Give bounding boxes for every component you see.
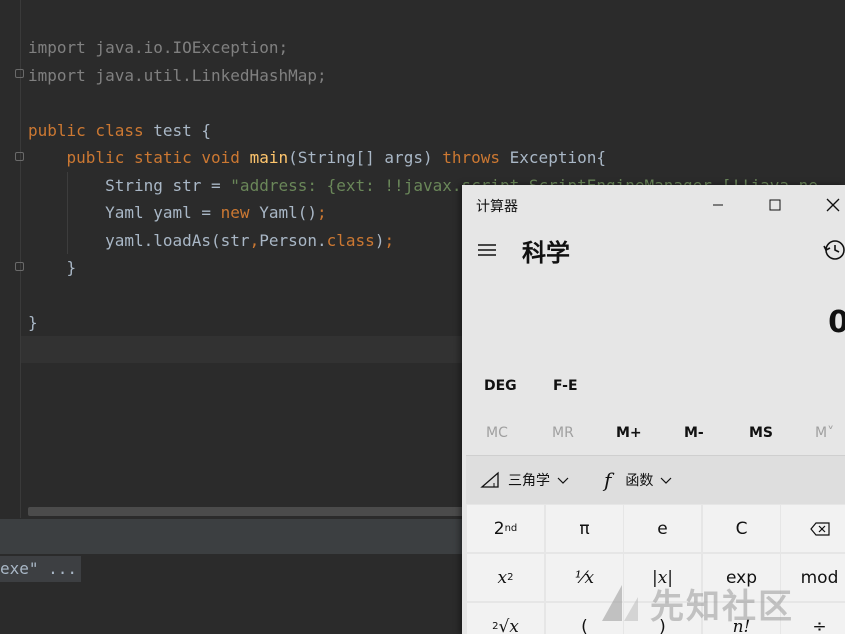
code-token: ; [384, 230, 395, 250]
square-key[interactable]: x2 [467, 554, 544, 601]
euler-key[interactable]: e [624, 505, 701, 552]
code-token: } [28, 258, 77, 277]
code-token: public class [28, 120, 154, 140]
code-line: import java.util.LinkedHashMap; [28, 62, 818, 90]
memory-subtract-button[interactable]: M- [684, 425, 704, 441]
minimize-button[interactable] [696, 190, 740, 220]
code-token: ; [316, 203, 327, 222]
code-token: class [326, 230, 375, 250]
backspace-icon [809, 521, 830, 536]
trigonometry-label: 三角学 [508, 473, 550, 489]
code-token: , [249, 230, 260, 250]
memory-recall-button[interactable]: MR [552, 425, 574, 441]
code-token: public static void [28, 148, 250, 167]
code-token: Yaml() [259, 203, 317, 222]
chevron-down-icon [660, 477, 672, 484]
square-root-key[interactable]: 2 √x [467, 603, 544, 634]
function-f-icon: f [604, 468, 612, 492]
triangle-ruler-icon [480, 471, 499, 488]
hamburger-menu-icon[interactable] [476, 239, 498, 261]
fold-marker-icon[interactable] [15, 152, 24, 161]
code-line: public class test { [28, 117, 818, 145]
fold-marker-icon[interactable] [15, 69, 24, 78]
watermark-logo: 先知社区 [598, 578, 838, 628]
code-token: import java.util.LinkedHashMap; [28, 65, 327, 85]
source-code-partial-line: ▔▔▔▔▔▔▔▔▔▔▔▔▔▔▔▔▔▔▔▔▔▔▔▔▔▔▔▔▔▔ [28, 0, 317, 14]
calculator-header: 科学 [462, 225, 845, 275]
close-button[interactable] [811, 190, 845, 220]
close-icon [826, 198, 840, 212]
memory-add-button[interactable]: M+ [616, 425, 642, 441]
code-token: throws [442, 148, 510, 167]
code-token: ) [374, 230, 385, 250]
memory-store-button[interactable]: MS [749, 425, 773, 441]
code-token: main [249, 148, 289, 167]
horizontal-scrollbar[interactable] [28, 507, 468, 516]
watermark-text: 先知社区 [650, 586, 794, 627]
fold-marker-icon[interactable] [15, 262, 24, 271]
code-token: (String[] args) [288, 148, 443, 167]
console-output-line: exe" ... [0, 556, 82, 582]
title-bar[interactable]: 计算器 [462, 185, 845, 225]
angle-mode-button[interactable]: DEG [484, 378, 517, 394]
watermark-icon [602, 585, 638, 621]
trigonometry-dropdown[interactable]: 三角学 [480, 456, 570, 504]
code-token: Person. [259, 230, 327, 250]
maximize-button[interactable] [753, 190, 797, 220]
function-dropdown[interactable]: f 函数 [604, 456, 673, 504]
code-token: Yaml yaml = [28, 203, 221, 222]
chevron-down-icon [557, 477, 569, 484]
code-line: import java.io.IOException; [28, 34, 818, 62]
mode-title: 科学 [522, 239, 570, 267]
fe-button[interactable]: F-E [553, 378, 578, 394]
code-token: } [28, 313, 38, 332]
memory-list-button[interactable]: M˅ [815, 425, 834, 441]
code-token: String str = [28, 175, 231, 195]
history-icon[interactable] [822, 237, 845, 263]
code-token: test { [153, 120, 212, 140]
memory-clear-button[interactable]: MC [486, 425, 508, 441]
maximize-icon [769, 199, 781, 211]
function-label: 函数 [625, 473, 654, 489]
code-token: new [220, 203, 260, 222]
code-token: yaml.loadAs(str [28, 230, 250, 250]
function-bar: 三角学 f 函数 [466, 455, 845, 504]
pi-key[interactable]: π [546, 505, 623, 552]
clear-key[interactable]: C [703, 505, 780, 552]
code-token: import java.io.IOException; [28, 38, 289, 57]
second-function-key[interactable]: 2nd [467, 505, 544, 552]
calculator-window[interactable]: 计算器 科学 0 DEG F-E MC MR M+ M- MS M˅ 三角学 f… [462, 185, 845, 634]
result-display: 0 [828, 305, 845, 340]
code-token: Exception{ [509, 148, 606, 167]
code-line: public static void main(String[] args) t… [28, 144, 818, 172]
backspace-key[interactable] [781, 505, 845, 552]
minimize-icon [713, 204, 723, 206]
window-title: 计算器 [476, 199, 518, 215]
